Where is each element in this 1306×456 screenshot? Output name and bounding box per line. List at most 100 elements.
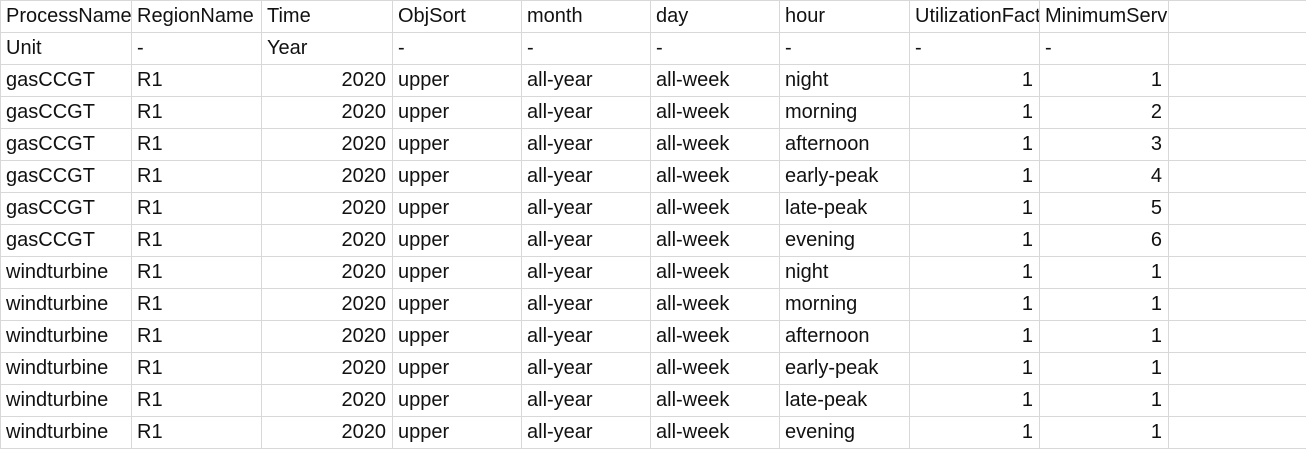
cell-utilizationfactor[interactable]: 1 (909, 352, 1040, 385)
cell-empty[interactable] (1168, 384, 1306, 417)
cell-month[interactable]: all-year (521, 64, 651, 97)
cell-empty[interactable] (1168, 256, 1306, 289)
cell-month[interactable]: all-year (521, 192, 651, 225)
cell-minimumservicefactor[interactable]: 1 (1039, 352, 1169, 385)
cell-empty[interactable] (1168, 64, 1306, 97)
cell-utilizationfactor[interactable]: 1 (909, 256, 1040, 289)
cell-utilizationfactor[interactable]: 1 (909, 320, 1040, 353)
cell-header-month[interactable]: month (521, 0, 651, 33)
cell-objsort[interactable]: upper (392, 224, 522, 257)
cell-day[interactable]: all-week (650, 64, 780, 97)
cell-utilizationfactor[interactable]: 1 (909, 416, 1040, 449)
cell-header-objsort[interactable]: ObjSort (392, 0, 522, 33)
cell-month[interactable]: all-year (521, 96, 651, 129)
cell-header-utilizationfactor[interactable]: UtilizationFactor (909, 0, 1040, 33)
cell-regionname[interactable]: R1 (131, 224, 262, 257)
cell-regionname[interactable]: R1 (131, 288, 262, 321)
cell-day[interactable]: all-week (650, 416, 780, 449)
cell-minimumservicefactor[interactable]: 4 (1039, 160, 1169, 193)
cell-regionname[interactable]: R1 (131, 128, 262, 161)
cell-minimumservicefactor[interactable]: 1 (1039, 288, 1169, 321)
cell-processname[interactable]: windturbine (0, 384, 132, 417)
cell-day[interactable]: all-week (650, 320, 780, 353)
cell-regionname[interactable]: R1 (131, 256, 262, 289)
cell-utilizationfactor[interactable]: 1 (909, 96, 1040, 129)
cell-day[interactable]: all-week (650, 96, 780, 129)
cell-day[interactable]: all-week (650, 128, 780, 161)
cell-time[interactable]: 2020 (261, 224, 393, 257)
cell-processname[interactable]: gasCCGT (0, 96, 132, 129)
cell-processname[interactable]: gasCCGT (0, 224, 132, 257)
cell-objsort[interactable]: upper (392, 384, 522, 417)
cell-header-time[interactable]: Time (261, 0, 393, 33)
cell-objsort[interactable]: upper (392, 416, 522, 449)
cell-empty[interactable] (1168, 288, 1306, 321)
cell-objsort[interactable]: upper (392, 128, 522, 161)
cell-utilizationfactor[interactable]: 1 (909, 288, 1040, 321)
cell-minimumservicefactor[interactable]: 6 (1039, 224, 1169, 257)
cell-regionname[interactable]: R1 (131, 64, 262, 97)
cell-time[interactable]: 2020 (261, 256, 393, 289)
cell-month[interactable]: all-year (521, 416, 651, 449)
cell-unit-5[interactable]: - (650, 32, 780, 65)
cell-time[interactable]: 2020 (261, 192, 393, 225)
cell-time[interactable]: 2020 (261, 64, 393, 97)
cell-utilizationfactor[interactable]: 1 (909, 128, 1040, 161)
cell-utilizationfactor[interactable]: 1 (909, 160, 1040, 193)
cell-utilizationfactor[interactable]: 1 (909, 384, 1040, 417)
cell-unit-3[interactable]: - (392, 32, 522, 65)
cell-objsort[interactable]: upper (392, 192, 522, 225)
cell-time[interactable]: 2020 (261, 384, 393, 417)
cell-empty[interactable] (1168, 416, 1306, 449)
cell-minimumservicefactor[interactable]: 1 (1039, 384, 1169, 417)
cell-hour[interactable]: late-peak (779, 384, 910, 417)
cell-minimumservicefactor[interactable]: 1 (1039, 256, 1169, 289)
cell-objsort[interactable]: upper (392, 160, 522, 193)
cell-day[interactable]: all-week (650, 352, 780, 385)
cell-header-day[interactable]: day (650, 0, 780, 33)
cell-month[interactable]: all-year (521, 320, 651, 353)
cell-time[interactable]: 2020 (261, 160, 393, 193)
cell-header-processname[interactable]: ProcessName (0, 0, 132, 33)
cell-processname[interactable]: windturbine (0, 288, 132, 321)
cell-hour[interactable]: morning (779, 96, 910, 129)
cell-empty[interactable] (1168, 192, 1306, 225)
cell-minimumservicefactor[interactable]: 2 (1039, 96, 1169, 129)
cell-regionname[interactable]: R1 (131, 320, 262, 353)
cell-month[interactable]: all-year (521, 288, 651, 321)
cell-header-empty[interactable] (1168, 0, 1306, 33)
cell-header-hour[interactable]: hour (779, 0, 910, 33)
cell-hour[interactable]: early-peak (779, 160, 910, 193)
cell-month[interactable]: all-year (521, 256, 651, 289)
cell-processname[interactable]: windturbine (0, 416, 132, 449)
cell-empty[interactable] (1168, 128, 1306, 161)
cell-hour[interactable]: early-peak (779, 352, 910, 385)
cell-objsort[interactable]: upper (392, 96, 522, 129)
cell-unit-8[interactable]: - (1039, 32, 1169, 65)
cell-processname[interactable]: gasCCGT (0, 192, 132, 225)
cell-empty[interactable] (1168, 352, 1306, 385)
cell-month[interactable]: all-year (521, 384, 651, 417)
cell-hour[interactable]: night (779, 64, 910, 97)
cell-processname[interactable]: gasCCGT (0, 128, 132, 161)
cell-minimumservicefactor[interactable]: 1 (1039, 64, 1169, 97)
cell-unit-4[interactable]: - (521, 32, 651, 65)
cell-processname[interactable]: windturbine (0, 352, 132, 385)
cell-utilizationfactor[interactable]: 1 (909, 64, 1040, 97)
cell-hour[interactable]: morning (779, 288, 910, 321)
cell-hour[interactable]: afternoon (779, 128, 910, 161)
cell-processname[interactable]: windturbine (0, 320, 132, 353)
cell-empty[interactable] (1168, 320, 1306, 353)
cell-unit-6[interactable]: - (779, 32, 910, 65)
cell-utilizationfactor[interactable]: 1 (909, 192, 1040, 225)
cell-time[interactable]: 2020 (261, 416, 393, 449)
cell-empty[interactable] (1168, 96, 1306, 129)
cell-hour[interactable]: late-peak (779, 192, 910, 225)
cell-utilizationfactor[interactable]: 1 (909, 224, 1040, 257)
cell-regionname[interactable]: R1 (131, 384, 262, 417)
cell-header-regionname[interactable]: RegionName (131, 0, 262, 33)
cell-processname[interactable]: gasCCGT (0, 160, 132, 193)
cell-processname[interactable]: windturbine (0, 256, 132, 289)
cell-hour[interactable]: afternoon (779, 320, 910, 353)
cell-empty[interactable] (1168, 160, 1306, 193)
